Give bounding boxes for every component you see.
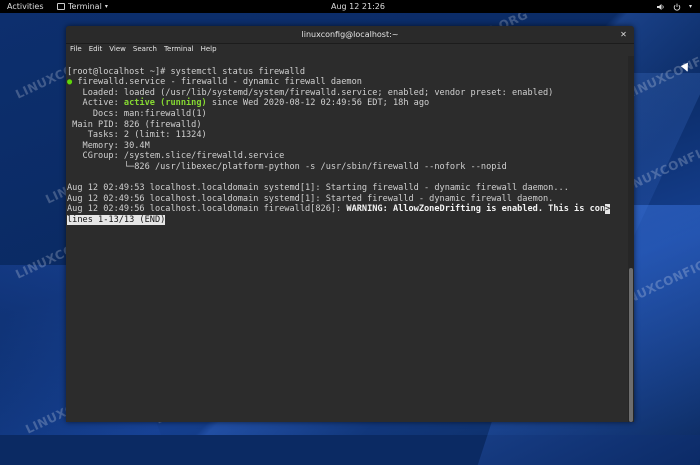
menu-view[interactable]: View — [109, 44, 126, 55]
service-name: firewalld.service - firewalld - dynamic … — [72, 77, 362, 88]
memory-line: Memory: 30.4M — [67, 140, 150, 151]
chevron-down-icon: ▾ — [104, 3, 108, 10]
app-menu[interactable]: Terminal ▾ — [57, 0, 108, 13]
tasks-line: Tasks: 2 (limit: 11324) — [67, 130, 207, 141]
cgroup-child-line: └─826 /usr/libexec/platform-python -s /u… — [67, 161, 507, 172]
menu-edit[interactable]: Edit — [89, 44, 103, 55]
active-status: active (running) — [123, 98, 207, 109]
truncation-cursor: > — [605, 204, 611, 215]
menu-terminal[interactable]: Terminal — [164, 44, 194, 55]
pager-status: lines 1-13/13 (END) — [67, 214, 166, 225]
volume-icon — [656, 3, 664, 10]
terminal-output[interactable]: [root@localhost ~]# systemctl status fir… — [66, 56, 629, 422]
top-bar: Activities Terminal ▾ Aug 12 21:26 ▾ — [0, 0, 700, 13]
active-since: since Wed 2020-08-12 02:49:56 EDT; 18h a… — [206, 98, 430, 109]
prompt-line: [root@localhost ~]# systemctl status fir… — [67, 66, 305, 77]
scrollbar[interactable] — [628, 56, 634, 422]
power-icon — [673, 3, 681, 11]
log-line: Aug 12 02:49:56 localhost.localdomain fi… — [67, 204, 629, 215]
active-label: Active: — [67, 98, 124, 109]
warning-text: WARNING: AllowZoneDrifting is enabled. T… — [346, 204, 606, 215]
app-menu-label: Terminal — [68, 2, 102, 11]
pager-line: lines 1-13/13 (END) — [67, 214, 629, 226]
cgroup-line: CGroup: /system.slice/firewalld.service — [67, 151, 285, 162]
menu-help[interactable]: Help — [201, 44, 217, 55]
main-pid-line: Main PID: 826 (firewalld) — [67, 119, 202, 130]
docs-line: Docs: man:firewalld(1) — [67, 108, 207, 119]
menu-bar: File Edit View Search Terminal Help — [66, 44, 634, 55]
terminal-icon — [57, 3, 65, 10]
menu-search[interactable]: Search — [133, 44, 157, 55]
log-prefix: Aug 12 02:49:56 localhost.localdomain fi… — [67, 204, 347, 215]
window-title: linuxconfig@localhost:~ — [301, 30, 399, 39]
chevron-down-icon: ▾ — [688, 3, 692, 10]
service-line: ● firewalld.service - firewalld - dynami… — [67, 77, 629, 88]
scrollbar-thumb[interactable] — [629, 268, 633, 422]
active-line: Active: active (running) since Wed 2020-… — [67, 98, 629, 109]
window-titlebar[interactable]: linuxconfig@localhost:~ ✕ — [66, 26, 634, 44]
system-status-menu[interactable]: ▾ — [656, 0, 692, 13]
terminal-window[interactable]: linuxconfig@localhost:~ ✕ File Edit View… — [66, 26, 634, 422]
menu-file[interactable]: File — [70, 44, 82, 55]
clock[interactable]: Aug 12 21:26 — [331, 0, 385, 13]
activities-button[interactable]: Activities — [7, 0, 44, 13]
loaded-line: Loaded: loaded (/usr/lib/systemd/system/… — [67, 87, 554, 98]
log-line: Aug 12 02:49:53 localhost.localdomain sy… — [67, 183, 569, 194]
close-button[interactable]: ✕ — [618, 29, 629, 40]
log-line: Aug 12 02:49:56 localhost.localdomain sy… — [67, 193, 554, 204]
